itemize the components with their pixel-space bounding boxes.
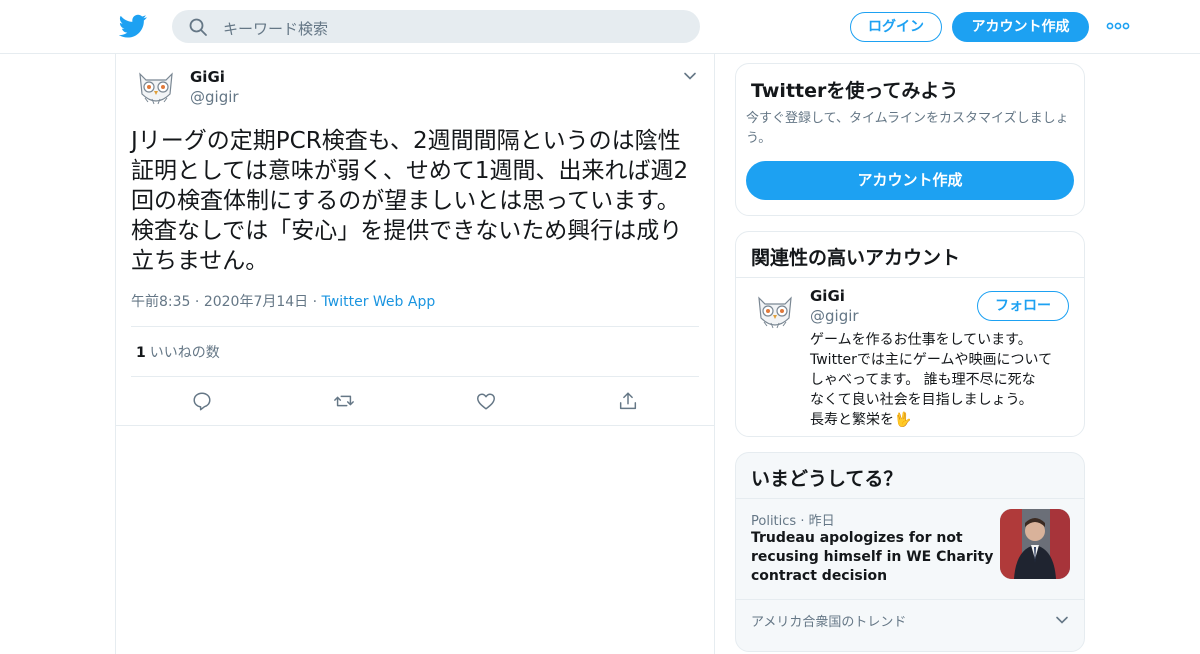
divider [736,277,1084,278]
tweet: GiGi @gigir Jリーグの定期PCR検査も、2週間間隔というのは陰性 証… [116,54,714,426]
divider [736,599,1084,600]
chevron-down-icon[interactable] [1054,612,1070,628]
like-count: 1 [136,345,146,361]
related-accounts-title: 関連性の高いアカウント [751,247,961,269]
bio-line: 長寿と繁栄を🖖 [810,412,912,428]
login-button[interactable]: ログイン [850,12,942,42]
trends-card: いまどうしてる？ Politics · 昨日 Trudeau apologize… [735,452,1085,652]
tweet-text: Jリーグの定期PCR検査も、2週間間隔というのは陰性 証明としては意味が弱く、せ… [131,126,706,276]
tweet-text-line: 証明としては意味が弱く、せめて1週間、出来れば週2 [131,158,689,184]
tweet-text-line: Jリーグの定期PCR検査も、2週間間隔というのは陰性 [131,128,681,154]
chevron-down-icon[interactable] [682,68,698,84]
signup-button[interactable]: アカウント作成 [952,12,1089,42]
divider [736,498,1084,499]
tweet-source-link[interactable]: Twitter Web App [322,294,436,310]
trend-category: Politics [751,514,797,529]
trend-time: 昨日 [808,514,835,529]
trends-title: いまどうしてる？ [751,468,903,490]
retweet-icon[interactable] [333,390,355,412]
bio-line: しゃべってます。 誰も理不尽に死な [810,372,1036,388]
search-icon [189,18,207,36]
signup-card-button[interactable]: アカウント作成 [746,161,1074,200]
search-box[interactable]: キーワード検索 [172,10,700,43]
owl-avatar-icon [132,64,180,112]
news-thumbnail[interactable] [1000,509,1070,579]
divider [131,376,699,377]
tweet-display-name[interactable]: GiGi [190,68,225,86]
related-bio: ゲームを作るお仕事をしています。 Twitterでは主にゲームや映画について し… [810,330,1072,430]
tweet-meta: 午前8:35 · 2020年7月14日 · Twitter Web App [131,294,436,310]
top-bar: キーワード検索 ログイン アカウント作成 [0,0,1200,54]
bio-line: なくて良い社会を目指しましょう。 [810,392,1033,408]
twitter-bird-icon[interactable] [119,12,147,40]
tweet-text-line: 立ちません。 [131,248,269,274]
timeline: GiGi @gigir Jリーグの定期PCR検査も、2週間間隔というのは陰性 証… [115,54,715,654]
bio-line: Twitterでは主にゲームや映画について [810,352,1053,368]
search-input[interactable]: キーワード検索 [223,18,328,39]
related-display-name[interactable]: GiGi [810,287,845,305]
avatar[interactable] [751,288,799,336]
tweet-handle[interactable]: @gigir [190,88,239,106]
more-icon[interactable] [1105,17,1131,35]
divider [131,326,699,327]
tweet-text-line: 検査なしでは「安心」を提供できないため興行は成り [131,218,683,244]
share-icon[interactable] [617,390,639,412]
trend-context: Politics · 昨日 [751,514,835,529]
tweet-time[interactable]: 午前8:35 [131,294,190,310]
trend-location-label: アメリカ合衆国のトレンド [751,615,907,630]
news-thumbnail-image [1000,509,1070,579]
follow-button[interactable]: フォロー [977,291,1069,321]
related-accounts-card: 関連性の高いアカウント GiGi @gigir フォロー ゲームを作るお仕事をし… [735,231,1085,437]
signup-card-title: Twitterを使ってみよう [751,80,959,102]
bio-line: ゲームを作るお仕事をしています。 [810,332,1032,348]
related-handle[interactable]: @gigir [810,307,859,325]
tweet-date[interactable]: 2020年7月14日 [204,294,308,310]
owl-avatar-icon [751,288,799,336]
trend-headline[interactable]: Trudeau apologizes for not recusing hims… [751,529,996,586]
avatar[interactable] [132,64,180,112]
like-label: いいねの数 [149,345,220,361]
like-stats[interactable]: 1 いいねの数 [136,342,220,362]
signup-card: Twitterを使ってみよう 今すぐ登録して、タイムラインをカスタマイズしましょ… [735,63,1085,216]
like-icon[interactable] [475,390,497,412]
tweet-text-line: 回の検査体制にするのが望ましいとは思っています。 [131,188,680,214]
signup-card-description: 今すぐ登録して、タイムラインをカスタマイズしましょう。 [746,111,1069,146]
reply-icon[interactable] [191,390,213,412]
